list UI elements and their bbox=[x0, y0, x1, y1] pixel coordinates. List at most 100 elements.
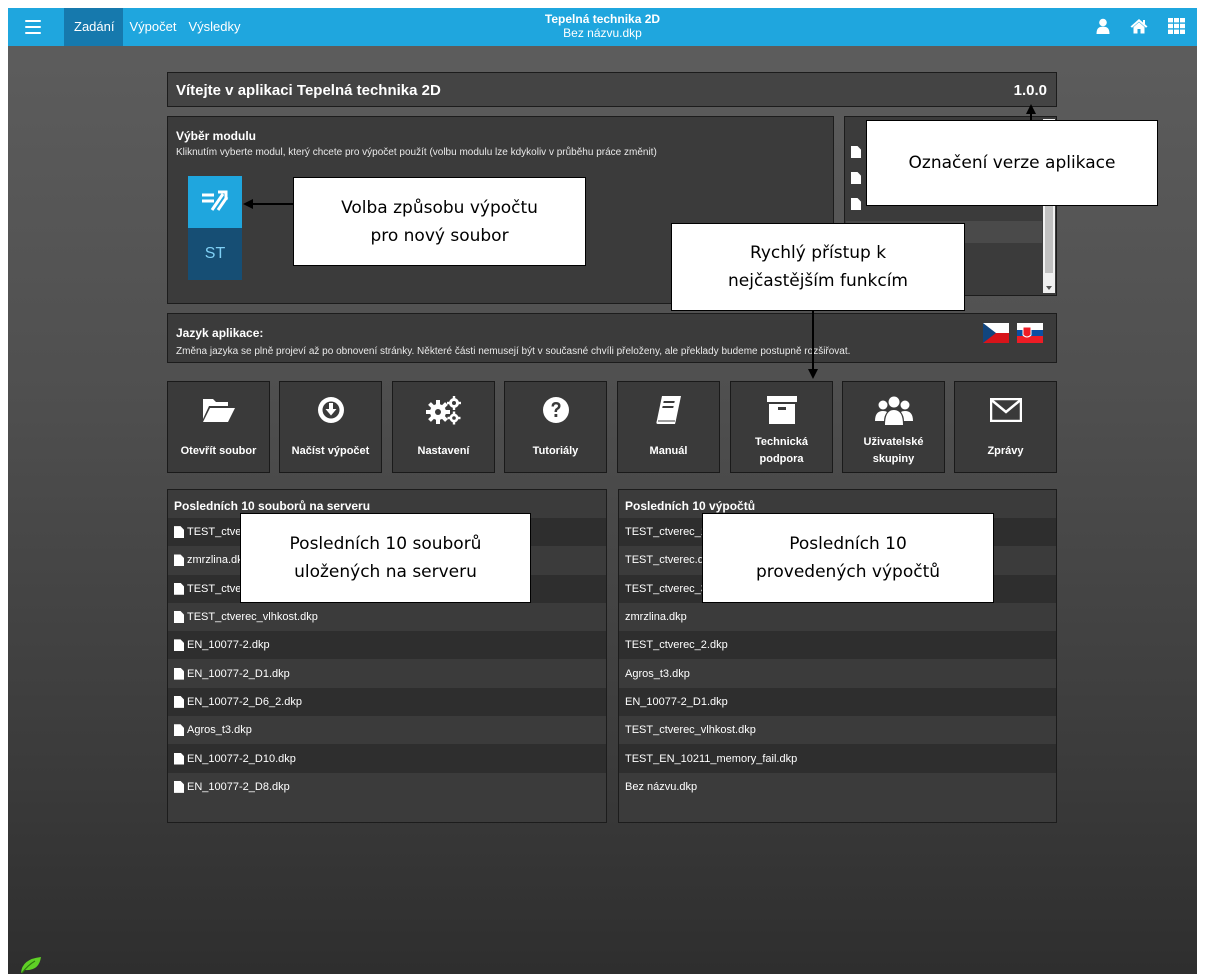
archive-icon bbox=[766, 396, 797, 424]
book-icon bbox=[655, 396, 681, 424]
support-button[interactable]: Technická podpora bbox=[730, 381, 833, 473]
file-icon bbox=[174, 611, 184, 624]
list-item-label: EN_10077-2.dkp bbox=[187, 639, 270, 652]
list-item[interactable]: TEST_EN_10211_memory_fail.dkp bbox=[619, 744, 1056, 773]
module-subtitle: Kliknutím vyberte modul, který chcete pr… bbox=[176, 147, 657, 158]
file-icon bbox=[174, 752, 184, 765]
top-icons bbox=[1096, 18, 1185, 34]
list-item[interactable]: zmrzlina.dkp bbox=[619, 602, 1056, 632]
list-item-label: EN_10077-2_D1.dkp bbox=[625, 695, 728, 708]
recent-calcs-title: Posledních 10 výpočtů bbox=[625, 499, 756, 513]
file-icon bbox=[174, 582, 184, 595]
list-item[interactable]: TEST_ctverec_vlhkost.dkp bbox=[619, 716, 1056, 745]
file-icon bbox=[174, 695, 184, 708]
load-calc-button[interactable]: Načíst výpočet bbox=[279, 381, 382, 473]
list-item[interactable]: Agros_t3.dkp bbox=[619, 659, 1056, 688]
file-icon bbox=[851, 172, 861, 184]
language-panel: Jazyk aplikace: Změna jazyka se plně pro… bbox=[167, 313, 1057, 363]
file-icon bbox=[174, 554, 184, 567]
manual-button[interactable]: Manuál bbox=[617, 381, 720, 473]
app-name: Tepelná technika 2D bbox=[544, 12, 661, 26]
file-icon bbox=[174, 526, 184, 539]
list-item[interactable]: Bez názvu.dkp bbox=[619, 772, 1056, 801]
list-item-label: EN_10077-2_D6_2.dkp bbox=[187, 695, 302, 708]
app-version: 1.0.0 bbox=[1013, 82, 1047, 99]
apps-grid-icon[interactable] bbox=[1168, 18, 1185, 34]
tile-label: Uživatelské skupiny bbox=[863, 436, 924, 465]
list-item[interactable]: Agros_t3.dkp bbox=[168, 716, 606, 745]
users-icon bbox=[874, 396, 913, 425]
list-item[interactable]: EN_10077-2_D8.dkp bbox=[168, 772, 606, 801]
tile-label: Technická podpora bbox=[755, 436, 808, 465]
file-icon bbox=[174, 780, 184, 793]
callout-server-files: Posledních 10 souborů uložených na serve… bbox=[240, 513, 531, 603]
scroll-down-icon[interactable] bbox=[1046, 286, 1052, 290]
list-item-label: TEST_EN_10211_memory_fail.dkp bbox=[625, 752, 798, 765]
list-item[interactable]: EN_10077-2_D1.dkp bbox=[168, 659, 606, 688]
tile-label: Manuál bbox=[649, 444, 688, 457]
callout-quick-access: Rychlý přístup k nejčastějším funkcím bbox=[671, 223, 965, 311]
callout-version-text: Označení verze aplikace bbox=[908, 153, 1116, 173]
list-item-label: TEST_ctverec_vlhkost.dkp bbox=[187, 611, 318, 624]
file-icon bbox=[174, 639, 184, 652]
file-icon bbox=[174, 724, 184, 737]
envelope-icon bbox=[989, 398, 1022, 422]
welcome-title: Vítejte v aplikaci Tepelná technika 2D bbox=[176, 82, 441, 99]
callout-recent-calcs: Posledních 10 provedených výpočtů bbox=[702, 513, 994, 603]
list-item-label: EN_10077-2_D10.dkp bbox=[187, 752, 296, 765]
gears-icon bbox=[425, 396, 461, 425]
list-item-label: TEST_ctverec_2.dkp bbox=[625, 639, 728, 652]
tile-label: Tutoriály bbox=[532, 444, 579, 457]
callout-version: Označení verze aplikace bbox=[866, 120, 1158, 206]
flag-cz-icon[interactable] bbox=[983, 323, 1009, 343]
list-item-label: EN_10077-2_D1.dkp bbox=[187, 667, 290, 680]
home-icon[interactable] bbox=[1130, 18, 1148, 34]
language-subtitle: Změna jazyka se plně projeví až po obnov… bbox=[176, 346, 851, 357]
question-icon bbox=[542, 397, 569, 423]
open-file-button[interactable]: Otevřít soubor bbox=[167, 381, 270, 473]
callout-module: Volba způsobu výpočtu pro nový soubor bbox=[293, 177, 586, 266]
file-icon bbox=[174, 667, 184, 680]
tile-label: Načíst výpočet bbox=[291, 444, 370, 457]
user-groups-button[interactable]: Uživatelské skupiny bbox=[842, 381, 945, 473]
file-icon bbox=[851, 146, 861, 158]
list-item-label: Agros_t3.dkp bbox=[187, 724, 252, 737]
list-item-label: zmrzlina.dkp bbox=[625, 611, 687, 624]
module-2d-icon bbox=[202, 190, 229, 211]
list-item[interactable]: EN_10077-2_D6_2.dkp bbox=[168, 687, 606, 717]
folder-open-icon bbox=[202, 399, 235, 422]
callout-module-line1: Volba způsobu výpočtu bbox=[341, 197, 538, 218]
tutorials-button[interactable]: Tutoriály bbox=[504, 381, 607, 473]
list-item[interactable]: EN_10077-2_D1.dkp bbox=[619, 687, 1056, 717]
top-bar: Zadání Výpočet Výsledky Tepelná technika… bbox=[8, 8, 1197, 46]
list-item-label: TEST_ctverec_vlhkost.dkp bbox=[625, 724, 756, 737]
module-title: Výběr modulu bbox=[176, 129, 257, 143]
list-item-label: Bez názvu.dkp bbox=[625, 780, 698, 793]
list-item-label: EN_10077-2_D8.dkp bbox=[187, 780, 290, 793]
language-title: Jazyk aplikace: bbox=[176, 326, 264, 340]
callout-calcs-line2: provedených výpočtů bbox=[755, 562, 941, 582]
list-item[interactable]: EN_10077-2_D10.dkp bbox=[168, 744, 606, 773]
callout-quick-line1: Rychlý přístup k bbox=[749, 243, 887, 263]
quick-actions: Otevřít soubor Načíst výpočet Nastavení … bbox=[167, 381, 1057, 473]
flag-sk-icon[interactable] bbox=[1017, 323, 1043, 343]
callout-quick-line2: nejčastějším funkcím bbox=[728, 271, 908, 291]
module-st-button[interactable]: ST bbox=[188, 228, 242, 280]
list-item[interactable]: TEST_ctverec_vlhkost.dkp bbox=[168, 602, 606, 632]
welcome-panel: Vítejte v aplikaci Tepelná technika 2D 1… bbox=[167, 72, 1057, 107]
callout-module-line2: pro nový soubor bbox=[370, 225, 509, 246]
list-item-label: Agros_t3.dkp bbox=[625, 667, 690, 680]
list-item[interactable]: EN_10077-2.dkp bbox=[168, 631, 606, 660]
leaf-logo-icon bbox=[21, 957, 41, 974]
download-circle-icon bbox=[317, 397, 344, 423]
tile-label: Otevřít soubor bbox=[180, 444, 257, 457]
user-icon[interactable] bbox=[1096, 18, 1110, 34]
callout-server-line2: uložených na serveru bbox=[294, 562, 477, 582]
list-item[interactable]: TEST_ctverec_2.dkp bbox=[619, 631, 1056, 660]
module-2d-button[interactable] bbox=[188, 176, 242, 228]
tile-label: Nastavení bbox=[417, 444, 470, 457]
messages-button[interactable]: Zprávy bbox=[954, 381, 1057, 473]
settings-button[interactable]: Nastavení bbox=[392, 381, 495, 473]
callout-server-line1: Posledních 10 souborů bbox=[289, 534, 482, 554]
file-icon bbox=[851, 198, 861, 210]
